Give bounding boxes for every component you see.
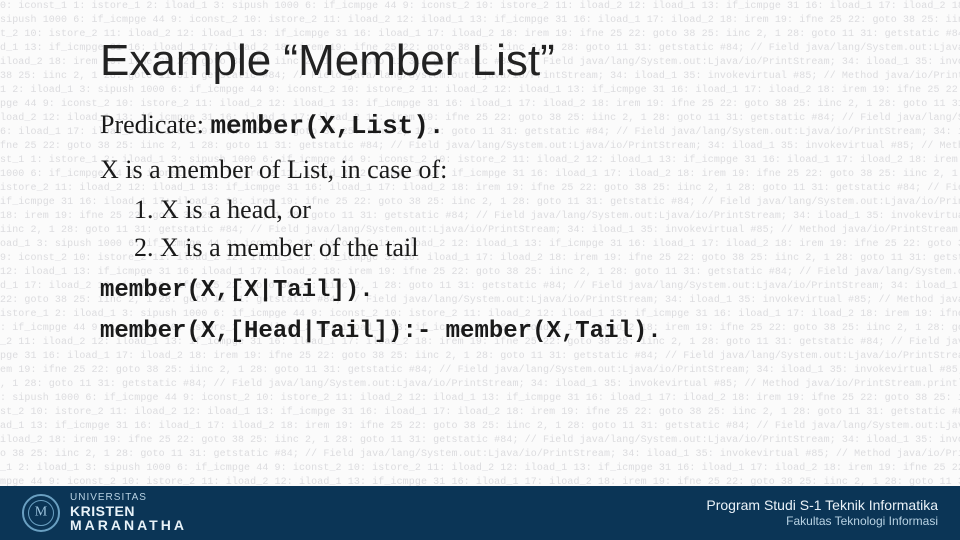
uni-line-3: MARANATHA [70,518,187,533]
list-item-1: 1. X is a head, or [134,195,900,225]
predicate-code: member(X,List). [210,111,444,141]
program-name: Program Studi S-1 Teknik Informatika [706,497,938,515]
predicate-label: Predicate: [100,110,210,139]
footer-right: Program Studi S-1 Teknik Informatika Fak… [706,497,938,530]
slide-content: Example “Member List” Predicate: member(… [100,36,900,351]
uni-line-2: KRISTEN [70,504,187,519]
list-item-2: 2. X is a member of the tail [134,233,900,263]
slide-title: Example “Member List” [100,36,900,86]
predicate-line: Predicate: member(X,List). [100,110,900,141]
university-name: UNIVERSITAS KRISTEN MARANATHA [70,493,187,533]
uni-line-1: UNIVERSITAS [70,493,187,504]
faculty-name: Fakultas Teknologi Informasi [706,514,938,529]
description: X is a member of List, in case of: [100,155,900,185]
code-line-1: member(X,[X|Tail]). [100,277,900,304]
university-seal-icon [22,494,60,532]
code-line-2: member(X,[Head|Tail]):- member(X,Tail). [100,318,900,345]
footer-left: UNIVERSITAS KRISTEN MARANATHA [22,493,187,533]
footer-bar: UNIVERSITAS KRISTEN MARANATHA Program St… [0,486,960,540]
